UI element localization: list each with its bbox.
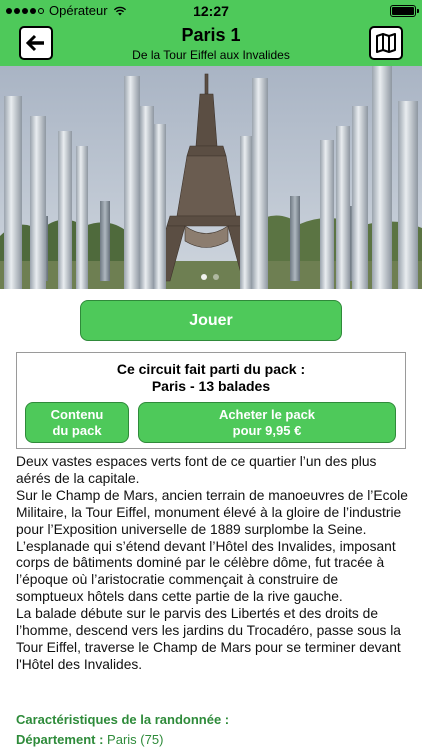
description-paragraph: La balade débute sur le parvis des Liber…: [16, 606, 401, 672]
battery-icon: [390, 5, 419, 17]
department-value: Paris (75): [107, 732, 164, 747]
pack-box: Ce circuit fait parti du pack : Paris - …: [16, 352, 406, 449]
buy-pack-label-line2: pour 9,95 €: [232, 422, 302, 438]
pack-title: Ce circuit fait parti du pack :: [116, 361, 306, 377]
map-icon: [376, 33, 396, 53]
pack-content-label-line2: du pack: [52, 422, 102, 438]
page-subtitle: De la Tour Eiffel aux Invalides: [132, 48, 290, 62]
department-label: Département :: [16, 732, 104, 747]
walk-description: Deux vastes espaces verts font de ce qua…: [16, 454, 408, 674]
eiffel-tower-photo: [0, 66, 422, 289]
map-button[interactable]: [369, 26, 403, 60]
hero-image: [0, 66, 422, 289]
status-time: 12:27: [193, 3, 229, 19]
description-paragraph: Deux vastes espaces verts font de ce qua…: [16, 454, 377, 486]
features-title: Caractéristiques de la randonnée :: [16, 712, 230, 727]
play-button[interactable]: Jouer: [80, 300, 342, 341]
pack-subtitle: Paris - 13 balades: [151, 378, 271, 394]
buy-pack-label-line1: Acheter le pack: [218, 406, 316, 422]
pack-content-label-line1: Contenu: [50, 406, 104, 422]
department-row: Département : Paris (75): [16, 732, 163, 747]
description-paragraph: Sur le Champ de Mars, ancien terrain de …: [16, 487, 408, 537]
page-dot-active: [201, 274, 207, 280]
page-title: Paris 1: [181, 25, 241, 45]
pack-content-button[interactable]: Contenu du pack: [25, 402, 129, 443]
nav-bar: Paris 1 De la Tour Eiffel aux Invalides: [0, 22, 422, 66]
buy-pack-button[interactable]: Acheter le pack pour 9,95 €: [138, 402, 396, 443]
description-paragraph: L’esplanade qui s’étend devant l’Hôtel d…: [16, 538, 396, 605]
status-bar: Opérateur 12:27: [0, 0, 422, 22]
page-dot: [213, 274, 219, 280]
